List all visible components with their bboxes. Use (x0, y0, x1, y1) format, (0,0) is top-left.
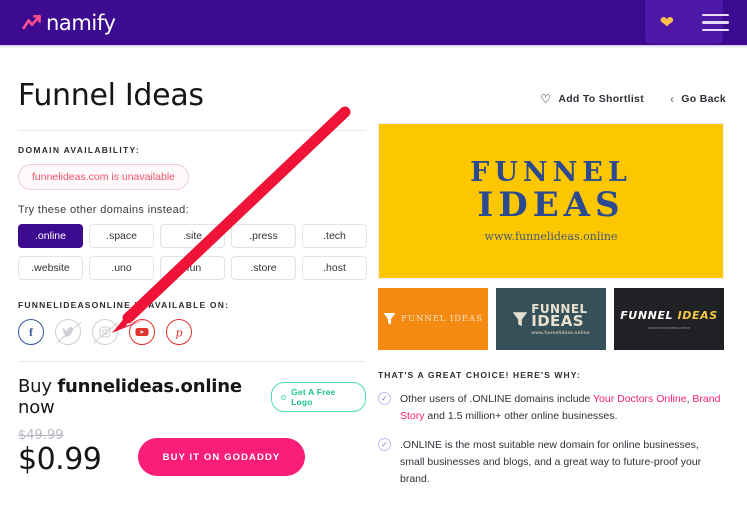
sparkle-icon (281, 394, 287, 400)
social-availability-label: FUNNELIDEASONLINE IS AVAILABLE ON: (18, 300, 230, 310)
hero-logo-line1: FUNNEL (470, 156, 632, 188)
why-post: and 1.5 million+ other online businesses… (424, 410, 618, 423)
funnel-icon (383, 313, 396, 325)
instagram-icon[interactable] (92, 319, 118, 345)
dark-logo-thumb[interactable]: FUNNEL IDEAS www.funnelideas.online (614, 288, 724, 350)
tld-option-host[interactable]: .host (302, 256, 367, 280)
buy-header-row: Buy funnelideas.online now Get A Free Lo… (18, 376, 366, 418)
dark-thumb-word2: IDEAS (677, 308, 718, 322)
go-back-button[interactable]: ‹ Go Back (670, 92, 726, 106)
dark-thumb-word1: FUNNEL (620, 308, 674, 322)
teal-thumb-line2: IDEAS (531, 311, 584, 330)
great-choice-label: THAT'S A GREAT CHOICE! HERE'S WHY: (378, 370, 581, 380)
link-your-doctors-online[interactable]: Your Doctors Online (593, 393, 687, 405)
funnel-icon (512, 311, 528, 326)
header-shadow (0, 45, 747, 48)
tld-option-space[interactable]: .space (89, 224, 154, 248)
get-free-logo-button[interactable]: Get A Free Logo (271, 382, 366, 412)
tld-option-website[interactable]: .website (18, 256, 83, 280)
tld-options-grid: .online .space .site .press .tech .websi… (18, 224, 367, 280)
hamburger-menu-icon[interactable] (702, 12, 729, 34)
hero-logo-url: www.funnelideas.online (484, 230, 618, 244)
domain-availability-label: DOMAIN AVAILABILITY: (18, 145, 141, 155)
chevron-left-icon: ‹ (670, 92, 675, 106)
buy-suffix: now (18, 397, 55, 418)
why-item: ✓ Other users of .ONLINE domains include… (378, 391, 726, 426)
namify-logo[interactable]: namify (22, 11, 116, 35)
youtube-icon[interactable] (129, 319, 155, 345)
buy-on-godaddy-button[interactable]: BUY IT ON GODADDY (138, 438, 305, 476)
teal-logo-thumb[interactable]: FUNNEL IDEAS www.funnelideas.online (496, 288, 606, 350)
hero-logo-line2: IDEAS (477, 185, 625, 226)
hero-logo-preview[interactable]: FUNNEL IDEAS www.funnelideas.online (378, 123, 724, 279)
go-back-label: Go Back (681, 93, 726, 105)
try-other-domains-label: Try these other domains instead: (18, 204, 189, 216)
buy-domain-name: funnelideas.online (57, 376, 242, 397)
svg-text:p: p (175, 326, 182, 339)
shortlist-label: Add To Shortlist (558, 93, 644, 105)
sale-price: $0.99 (18, 442, 102, 477)
check-circle-icon: ✓ (378, 392, 391, 405)
page-title: Funnel Ideas (18, 78, 204, 113)
tld-option-site[interactable]: .site (160, 224, 225, 248)
twitter-icon[interactable] (55, 319, 81, 345)
why-item-text: Other users of .ONLINE domains include Y… (400, 391, 726, 426)
tld-option-press[interactable]: .press (231, 224, 296, 248)
social-divider (18, 361, 366, 362)
teal-thumb-url: www.funnelideas.online (531, 329, 590, 335)
right-action-bar: ♡ Add To Shortlist ‹ Go Back (378, 92, 726, 106)
zigzag-chart-icon (22, 15, 41, 30)
logo-thumbnail-row: FUNNEL IDEAS FUNNEL IDEAS www.funnelidea… (378, 288, 726, 350)
tld-option-tech[interactable]: .tech (302, 224, 367, 248)
why-pre: Other users of .ONLINE domains include (400, 393, 593, 405)
orange-logo-thumb[interactable]: FUNNEL IDEAS (378, 288, 488, 350)
social-availability-row: f p (18, 319, 366, 345)
buy-prefix: Buy (18, 376, 58, 397)
site-header: namify ❤ (0, 0, 747, 45)
pinterest-icon[interactable]: p (166, 319, 192, 345)
title-divider (18, 130, 366, 131)
free-logo-label: Get A Free Logo (291, 387, 336, 407)
orange-thumb-text: FUNNEL IDEAS (401, 314, 483, 324)
tld-option-store[interactable]: .store (231, 256, 296, 280)
dark-thumb-url: www.funnelideas.online (648, 324, 690, 330)
left-panel: Funnel Ideas DOMAIN AVAILABILITY: funnel… (18, 78, 367, 477)
heart-outline-icon: ♡ (540, 92, 552, 106)
tld-option-uno[interactable]: .uno (89, 256, 154, 280)
add-to-shortlist-button[interactable]: ♡ Add To Shortlist (540, 92, 644, 106)
namify-domain-result-page: namify ❤ Funnel Ideas DOMAIN AVAILABILIT… (0, 0, 747, 514)
buy-domain-title: Buy funnelideas.online now (18, 376, 271, 418)
brand-name: namify (46, 11, 116, 35)
facebook-icon[interactable]: f (18, 319, 44, 345)
tld-option-online[interactable]: .online (18, 224, 83, 248)
why-item-text: .ONLINE is the most suitable new domain … (400, 438, 702, 486)
price-block: $49.99 $0.99 BUY IT ON GODADDY (18, 428, 366, 477)
right-panel: ♡ Add To Shortlist ‹ Go Back FUNNEL IDEA… (378, 92, 726, 489)
why-item: ✓ .ONLINE is the most suitable new domai… (378, 437, 726, 489)
availability-status-badge: funnelideas.com is unavailable (18, 164, 190, 190)
original-price: $49.99 (18, 428, 64, 443)
check-circle-icon: ✓ (378, 437, 391, 451)
tld-option-fun[interactable]: .fun (160, 256, 225, 280)
heart-filled-icon[interactable]: ❤ (660, 14, 674, 31)
